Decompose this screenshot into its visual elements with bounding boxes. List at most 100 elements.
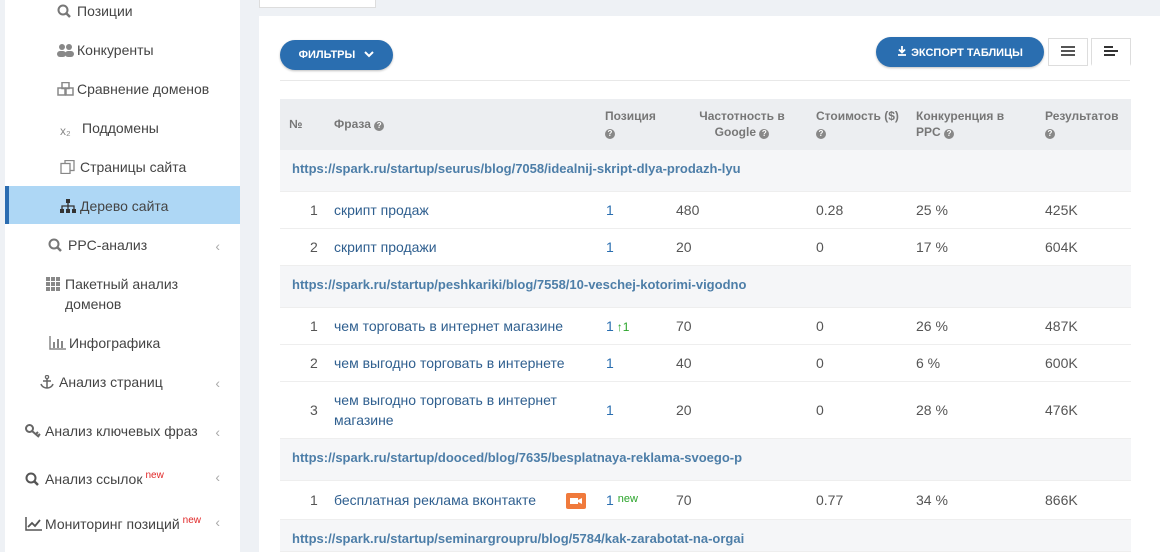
table-row: 1 скрипт продаж 1 480 0.28 25 % 425K: [280, 192, 1131, 229]
position-value[interactable]: 1 ↑1: [606, 318, 629, 334]
frequency-value: 20: [676, 239, 692, 255]
col-cost[interactable]: Стоимость ($)?: [816, 108, 911, 140]
results-value: 425K: [1045, 202, 1078, 218]
url-group-row: https://spark.ru/startup/dooced/blog/763…: [280, 439, 1131, 481]
url-group-row: https://spark.ru/startup/peshkariki/blog…: [280, 266, 1131, 308]
results-value: 600K: [1045, 355, 1078, 371]
users-icon: [57, 42, 75, 57]
help-icon[interactable]: ?: [374, 121, 385, 131]
cost-value: 0: [816, 402, 824, 418]
chevron-left-icon: ‹: [215, 469, 220, 485]
chevron-left-icon: ‹: [215, 514, 220, 530]
position-number: 1: [606, 318, 614, 334]
help-icon[interactable]: ?: [1045, 129, 1055, 139]
frequency-value: 40: [676, 355, 692, 371]
table-header: № Фраза ? Позиция? Частотность в Google …: [280, 99, 1131, 150]
export-table-button[interactable]: ЭКСПОРТ ТАБЛИЦЫ: [876, 37, 1044, 67]
align-left-icon: [1104, 44, 1118, 59]
results-value: 476K: [1045, 402, 1078, 418]
col-results[interactable]: Результатов?: [1045, 108, 1129, 140]
phrase-link[interactable]: бесплатная реклама вконтакте: [334, 492, 536, 508]
sidebar-item-label: Конкуренты: [77, 42, 154, 58]
view-toggle-table[interactable]: [1048, 38, 1088, 66]
col-position[interactable]: Позиция?: [605, 108, 675, 140]
sidebar-item-domain-compare[interactable]: Сравнение доменов: [57, 79, 240, 99]
sidebar-item-label: Поддомены: [82, 120, 159, 136]
url-link[interactable]: https://spark.ru/startup/seminargroupru/…: [292, 531, 792, 546]
help-icon[interactable]: ?: [605, 129, 615, 139]
key-icon: [25, 423, 43, 438]
col-competition-label: Конкуренция в PPC: [916, 109, 1005, 139]
position-value[interactable]: 1: [606, 202, 614, 218]
position-value[interactable]: 1: [606, 355, 614, 371]
position-value[interactable]: 1 new: [606, 492, 638, 508]
cubes-icon: [57, 81, 75, 96]
view-toggle-tree[interactable]: [1091, 38, 1131, 66]
help-icon[interactable]: ?: [944, 129, 955, 139]
sidebar-item-infographics[interactable]: Инфографика: [49, 333, 240, 353]
table-row: 1 чем торговать в интернет магазине 1 ↑1 …: [280, 308, 1131, 345]
sidebar-item-competitors[interactable]: Конкуренты: [57, 40, 240, 60]
sidebar-item-keyword-analysis[interactable]: Анализ ключевых фраз ‹: [25, 421, 240, 441]
sidebar-item-page-analysis[interactable]: Анализ страниц ‹: [39, 372, 240, 392]
frequency-value: 20: [676, 402, 692, 418]
cost-value: 0.77: [816, 492, 844, 508]
phrase-link[interactable]: скрипт продаж: [334, 202, 429, 218]
col-frequency[interactable]: Частотность в Google ?: [682, 108, 802, 140]
url-link[interactable]: https://spark.ru/startup/seurus/blog/705…: [292, 161, 792, 176]
col-results-label: Результатов: [1045, 109, 1119, 123]
position-value[interactable]: 1: [606, 402, 614, 418]
new-tag: new: [617, 493, 638, 505]
sidebar-item-site-tree[interactable]: Дерево сайта: [5, 186, 240, 224]
url-group-row: https://spark.ru/startup/seminargroupru/…: [280, 520, 1131, 552]
competition-value: 17 %: [916, 239, 948, 255]
sidebar-item-label: Страницы сайта: [80, 159, 187, 175]
grid-icon: [45, 276, 63, 291]
video-icon[interactable]: [566, 493, 586, 509]
phrase-link[interactable]: чем выгодно торговать в интернете: [334, 355, 565, 371]
phrase-link[interactable]: чем торговать в интернет магазине: [334, 318, 563, 334]
chevron-down-icon: [364, 49, 375, 61]
sidebar-item-label: Анализ ссылок: [45, 471, 143, 487]
sidebar-item-label: Пакетный анализ доменов: [65, 276, 179, 312]
filters-button[interactable]: ФИЛЬТРЫ: [280, 40, 393, 70]
url-link[interactable]: https://spark.ru/startup/peshkariki/blog…: [292, 277, 792, 292]
search-icon: [57, 3, 75, 18]
subscript-icon: x₂: [60, 124, 71, 138]
help-icon[interactable]: ?: [816, 129, 826, 139]
sidebar-item-ppc[interactable]: PPC-анализ ‹: [48, 235, 240, 255]
col-phrase[interactable]: Фраза ?: [334, 116, 385, 132]
export-label: ЭКСПОРТ ТАБЛИЦЫ: [911, 46, 1023, 59]
row-num: 2: [310, 355, 318, 371]
anchor-icon: [39, 374, 57, 389]
cost-value: 0: [816, 239, 824, 255]
sidebar-item-subdomains[interactable]: x₂ Поддомены: [60, 118, 240, 138]
help-icon[interactable]: ?: [759, 129, 770, 139]
url-link[interactable]: https://spark.ru/startup/dooced/blog/763…: [292, 450, 792, 465]
filters-label: ФИЛЬТРЫ: [298, 49, 356, 61]
main-panel: ФИЛЬТРЫ ЭКСПОРТ ТАБЛИЦЫ № Фраза ? Позици…: [259, 16, 1160, 552]
table-row: 2 скрипт продажи 1 20 0 17 % 604K: [280, 229, 1131, 266]
table-row: 3 чем выгодно торговать в интернет магаз…: [280, 382, 1131, 439]
phrase-link[interactable]: чем выгодно торговать в интернет магазин…: [334, 390, 584, 430]
competition-value: 34 %: [916, 492, 948, 508]
results-value: 866K: [1045, 492, 1078, 508]
col-cost-label: Стоимость ($): [816, 109, 899, 123]
tab-stub[interactable]: [259, 0, 376, 8]
phrase-link[interactable]: скрипт продажи: [334, 239, 437, 255]
row-num: 3: [310, 402, 318, 418]
sitemap-icon: [60, 198, 78, 213]
sidebar-item-position-monitoring[interactable]: Мониторинг позиций new ‹: [25, 511, 240, 534]
pages-icon: [60, 159, 78, 175]
sidebar-item-label: PPC-анализ: [68, 237, 148, 253]
sidebar-item-label: Дерево сайта: [80, 198, 169, 214]
sidebar-item-batch-analysis[interactable]: Пакетный анализ доменов: [45, 274, 240, 314]
sidebar-item-positions[interactable]: Позиции: [57, 1, 240, 21]
list-icon: [1061, 44, 1075, 59]
sidebar-item-link-analysis[interactable]: Анализ ссылок new ‹: [25, 466, 240, 489]
search-icon: [25, 471, 43, 486]
chevron-left-icon: ‹: [215, 238, 220, 254]
col-competition[interactable]: Конкуренция в PPC ?: [916, 108, 1016, 140]
sidebar-item-site-pages[interactable]: Страницы сайта: [60, 157, 240, 177]
position-value[interactable]: 1: [606, 239, 614, 255]
